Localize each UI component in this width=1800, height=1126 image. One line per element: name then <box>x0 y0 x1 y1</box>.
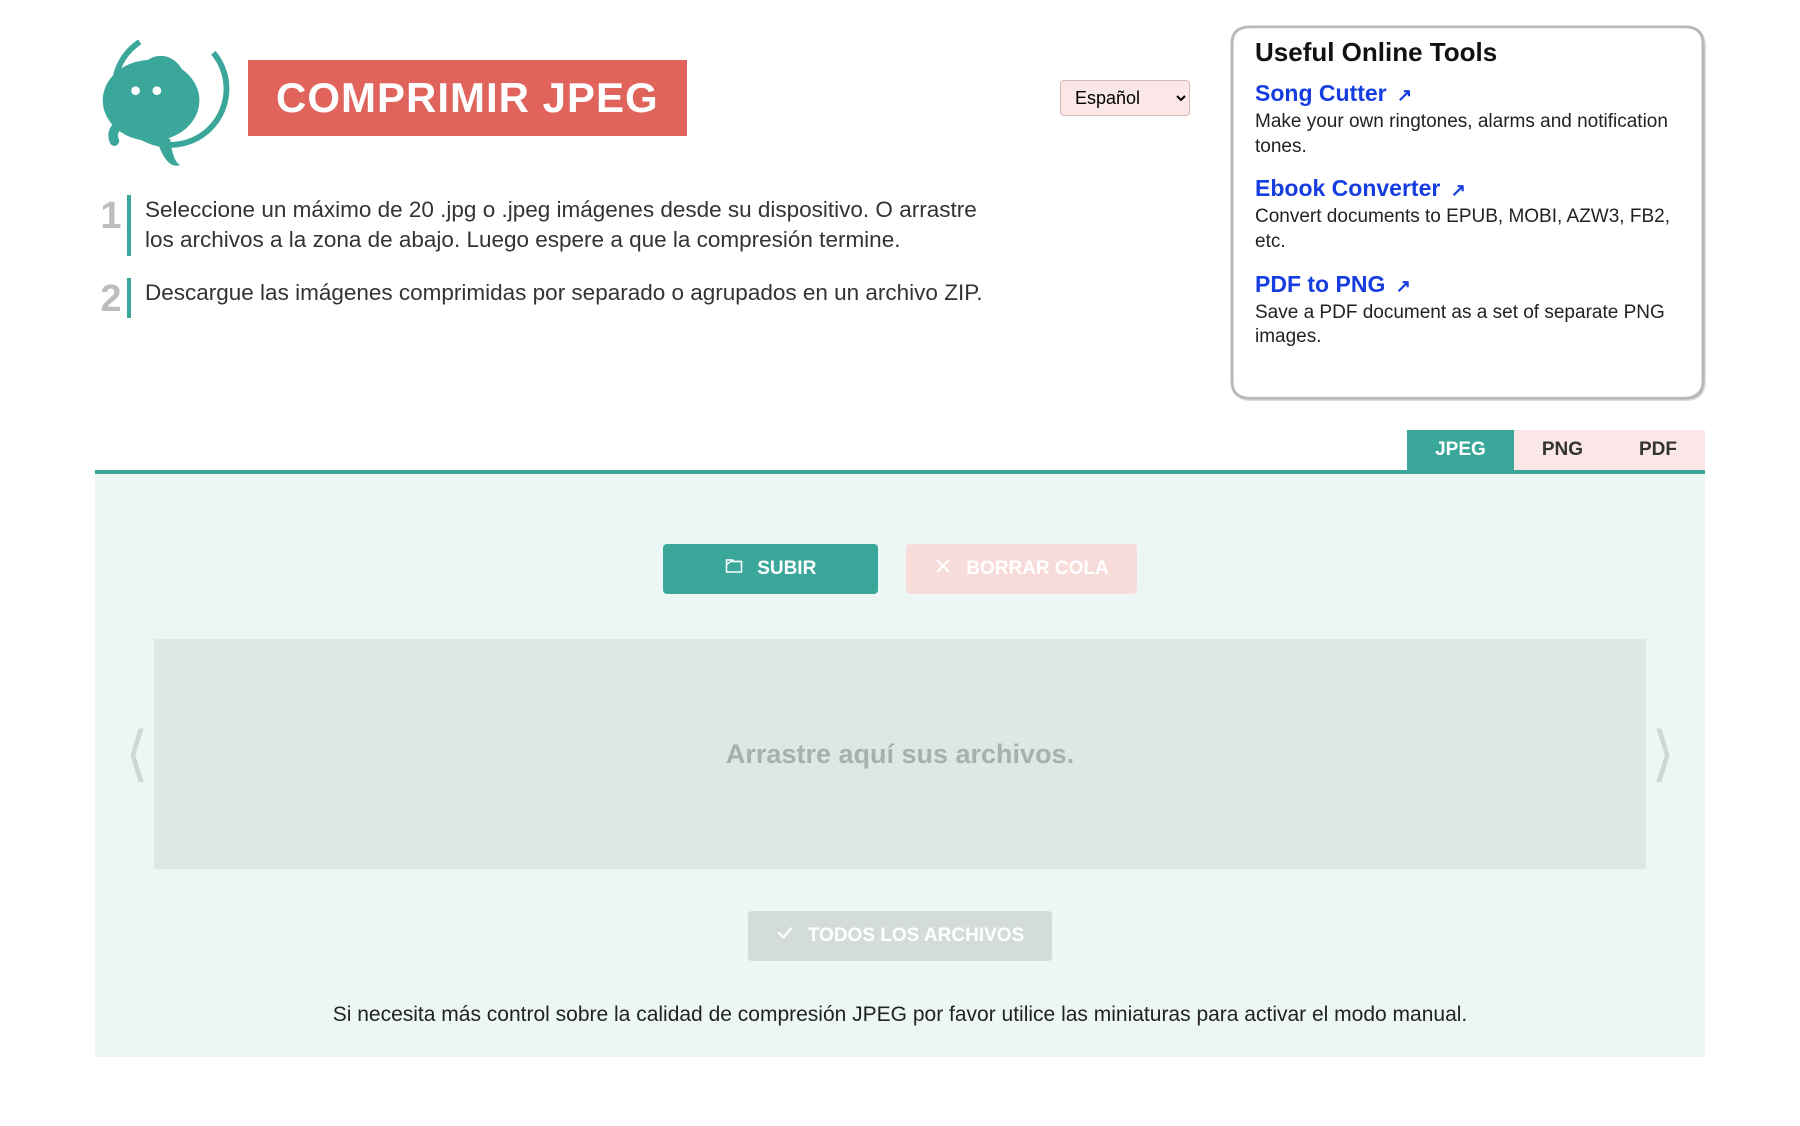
tab-jpeg[interactable]: JPEG <box>1407 430 1514 470</box>
step-number: 2 <box>95 278 131 318</box>
tab-png[interactable]: PNG <box>1514 430 1611 470</box>
useful-tools-sidebar: Useful Online Tools Song Cutter ↗ Make y… <box>1230 25 1705 400</box>
work-area: SUBIR BORRAR COLA ⟨ Arrastre aquí sus ar… <box>95 474 1705 1057</box>
step-2: 2 Descargue las imágenes comprimidas por… <box>95 278 1200 318</box>
tool-link[interactable]: PDF to PNG ↗ <box>1255 271 1411 297</box>
tool-description: Make your own ringtones, alarms and noti… <box>1255 110 1687 159</box>
upload-button[interactable]: SUBIR <box>663 544 878 594</box>
format-tabs: JPEG PNG PDF <box>0 430 1800 470</box>
tool-song-cutter: Song Cutter ↗ Make your own ringtones, a… <box>1255 80 1687 159</box>
tool-description: Save a PDF document as a set of separate… <box>1255 301 1687 350</box>
tool-ebook-converter: Ebook Converter ↗ Convert documents to E… <box>1255 175 1687 254</box>
elephant-logo <box>95 25 240 170</box>
check-icon <box>776 924 794 948</box>
language-select[interactable]: Español <box>1060 80 1190 116</box>
close-icon <box>934 557 952 581</box>
step-text: Seleccione un máximo de 20 .jpg o .jpeg … <box>145 195 995 256</box>
sidebar-title: Useful Online Tools <box>1255 37 1687 68</box>
tool-description: Convert documents to EPUB, MOBI, AZW3, F… <box>1255 205 1687 254</box>
tool-link[interactable]: Ebook Converter ↗ <box>1255 175 1466 201</box>
step-1: 1 Seleccione un máximo de 20 .jpg o .jpe… <box>95 195 1200 256</box>
download-all-button[interactable]: TODOS LOS ARCHIVOS <box>748 911 1052 961</box>
tab-pdf[interactable]: PDF <box>1611 430 1705 470</box>
tool-pdf-to-png: PDF to PNG ↗ Save a PDF document as a se… <box>1255 271 1687 350</box>
clear-queue-button[interactable]: BORRAR COLA <box>906 544 1137 594</box>
external-link-icon: ↗ <box>1451 180 1466 200</box>
next-arrow[interactable]: ⟩ <box>1652 719 1675 789</box>
step-number: 1 <box>95 195 131 256</box>
tool-link[interactable]: Song Cutter ↗ <box>1255 80 1412 106</box>
page-title: COMPRIMIR JPEG <box>248 60 687 136</box>
external-link-icon: ↗ <box>1396 276 1411 296</box>
folder-icon <box>725 557 743 581</box>
step-text: Descargue las imágenes comprimidas por s… <box>145 278 983 318</box>
external-link-icon: ↗ <box>1397 85 1412 105</box>
prev-arrow[interactable]: ⟨ <box>125 719 148 789</box>
drop-zone[interactable]: Arrastre aquí sus archivos. <box>154 639 1645 869</box>
drop-zone-text: Arrastre aquí sus archivos. <box>726 739 1074 770</box>
hint-text: Si necesita más control sobre la calidad… <box>125 1003 1675 1027</box>
